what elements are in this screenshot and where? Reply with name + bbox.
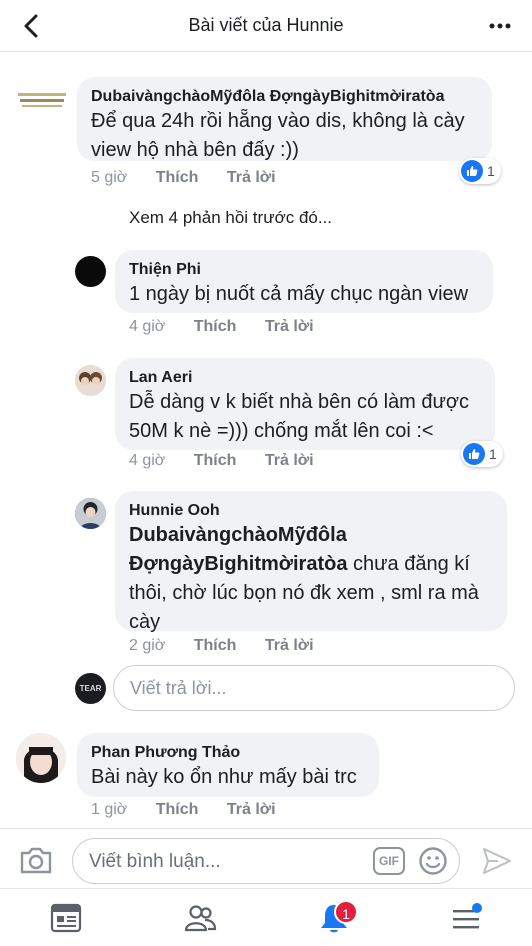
comment-time: 5 giờ — [91, 169, 128, 186]
comment-feed: DubaivàngchàoMỹđôla ĐợngàyBighitmờiratòa… — [0, 53, 532, 828]
reply-bubble[interactable]: Lan Aeri Dễ dàng v k biết nhà bên có làm… — [115, 358, 495, 450]
comment-bubble[interactable]: DubaivàngchàoMỹđôla ĐợngàyBighitmờiratòa… — [77, 77, 492, 161]
emoji-icon[interactable] — [418, 846, 448, 876]
bottom-tab-bar — [0, 888, 532, 946]
reply-actions: 4 giờ Thích Trả lời — [129, 452, 338, 470]
reaction-count[interactable]: 1 — [461, 441, 503, 467]
comment-composer: Viết bình luận... GIF — [0, 828, 532, 888]
avatar[interactable] — [16, 85, 68, 115]
reaction-number: 1 — [489, 446, 497, 462]
comment-text: Bài này ko ổn như mấy bài trc — [91, 766, 357, 788]
reply-actions: 2 giờ Thích Trả lời — [129, 637, 338, 655]
reply-actions: 4 giờ Thích Trả lời — [129, 318, 338, 336]
comment-input-placeholder: Viết bình luận... — [89, 851, 221, 872]
like-button[interactable]: Thích — [194, 318, 237, 335]
gif-button[interactable]: GIF — [373, 847, 405, 875]
reply-time: 4 giờ — [129, 452, 166, 469]
commenter-name[interactable]: Phan Phương Thảo — [91, 743, 365, 763]
avatar[interactable] — [75, 256, 106, 287]
more-options-icon[interactable] — [486, 12, 514, 40]
my-avatar: TEAR — [75, 673, 106, 704]
reply-time: 2 giờ — [129, 637, 166, 654]
commenter-name[interactable]: Hunnie Ooh — [129, 501, 493, 521]
menu-indicator-dot — [472, 903, 482, 913]
friends-icon[interactable] — [183, 901, 217, 935]
send-icon[interactable] — [482, 847, 512, 875]
comment-actions: 1 giờ Thích Trả lời — [91, 801, 300, 819]
avatar[interactable] — [16, 733, 66, 783]
top-bar: Bài viết của Hunnie — [0, 0, 532, 52]
view-previous-replies[interactable]: Xem 4 phản hồi trước đó... — [129, 208, 332, 228]
reply-input-placeholder: Viết trả lời... — [130, 678, 227, 698]
like-button[interactable]: Thích — [194, 452, 237, 469]
reply-bubble[interactable]: Thiện Phi 1 ngày bị nuốt cả mấy chục ngà… — [115, 250, 493, 313]
mention-link[interactable]: DubaivàngchàoMỹđôla — [129, 524, 347, 546]
reply-button[interactable]: Trả lời — [265, 318, 314, 335]
reaction-count[interactable]: 1 — [459, 158, 501, 184]
like-button[interactable]: Thích — [156, 801, 199, 818]
comment-text: Để qua 24h rồi hẵng vào dis, không là cà… — [91, 110, 465, 161]
reply-button[interactable]: Trả lời — [227, 169, 276, 186]
commenter-name[interactable]: Lan Aeri — [129, 368, 481, 388]
avatar[interactable] — [75, 365, 106, 396]
reaction-number: 1 — [487, 163, 495, 179]
reply-button[interactable]: Trả lời — [227, 801, 276, 818]
commenter-name[interactable]: DubaivàngchàoMỹđôla ĐợngàyBighitmờiratòa — [91, 87, 478, 107]
reply-bubble[interactable]: Hunnie Ooh DubaivàngchàoMỹđôla ĐợngàyBig… — [115, 491, 507, 633]
camera-icon[interactable] — [19, 845, 53, 875]
reply-text: DubaivàngchàoMỹđôla ĐợngàyBighitmờiratòa… — [129, 521, 493, 637]
news-feed-icon[interactable] — [49, 901, 83, 935]
reply-time: 4 giờ — [129, 318, 166, 335]
reply-text: Dễ dàng v k biết nhà bên có làm được 50M… — [129, 391, 470, 442]
notification-badge: 1 — [334, 900, 358, 924]
like-reaction-icon — [463, 443, 485, 465]
like-reaction-icon — [461, 160, 483, 182]
reply-input[interactable]: Viết trả lời... — [113, 665, 515, 711]
mention-link[interactable]: ĐợngàyBighitmờiratòa — [129, 553, 347, 575]
reply-text: 1 ngày bị nuốt cả mấy chục ngàn view — [129, 283, 469, 305]
page-title: Bài viết của Hunnie — [188, 15, 344, 35]
commenter-name[interactable]: Thiện Phi — [129, 260, 479, 280]
like-button[interactable]: Thích — [194, 637, 237, 654]
avatar-text: TEAR — [79, 684, 102, 693]
reply-button[interactable]: Trả lời — [265, 452, 314, 469]
avatar[interactable] — [75, 498, 106, 529]
comment-time: 1 giờ — [91, 801, 128, 818]
reply-button[interactable]: Trả lời — [265, 637, 314, 654]
comment-bubble[interactable]: Phan Phương Thảo Bài này ko ổn như mấy b… — [77, 733, 379, 797]
comment-actions: 5 giờ Thích Trả lời — [91, 169, 300, 187]
like-button[interactable]: Thích — [156, 169, 199, 186]
